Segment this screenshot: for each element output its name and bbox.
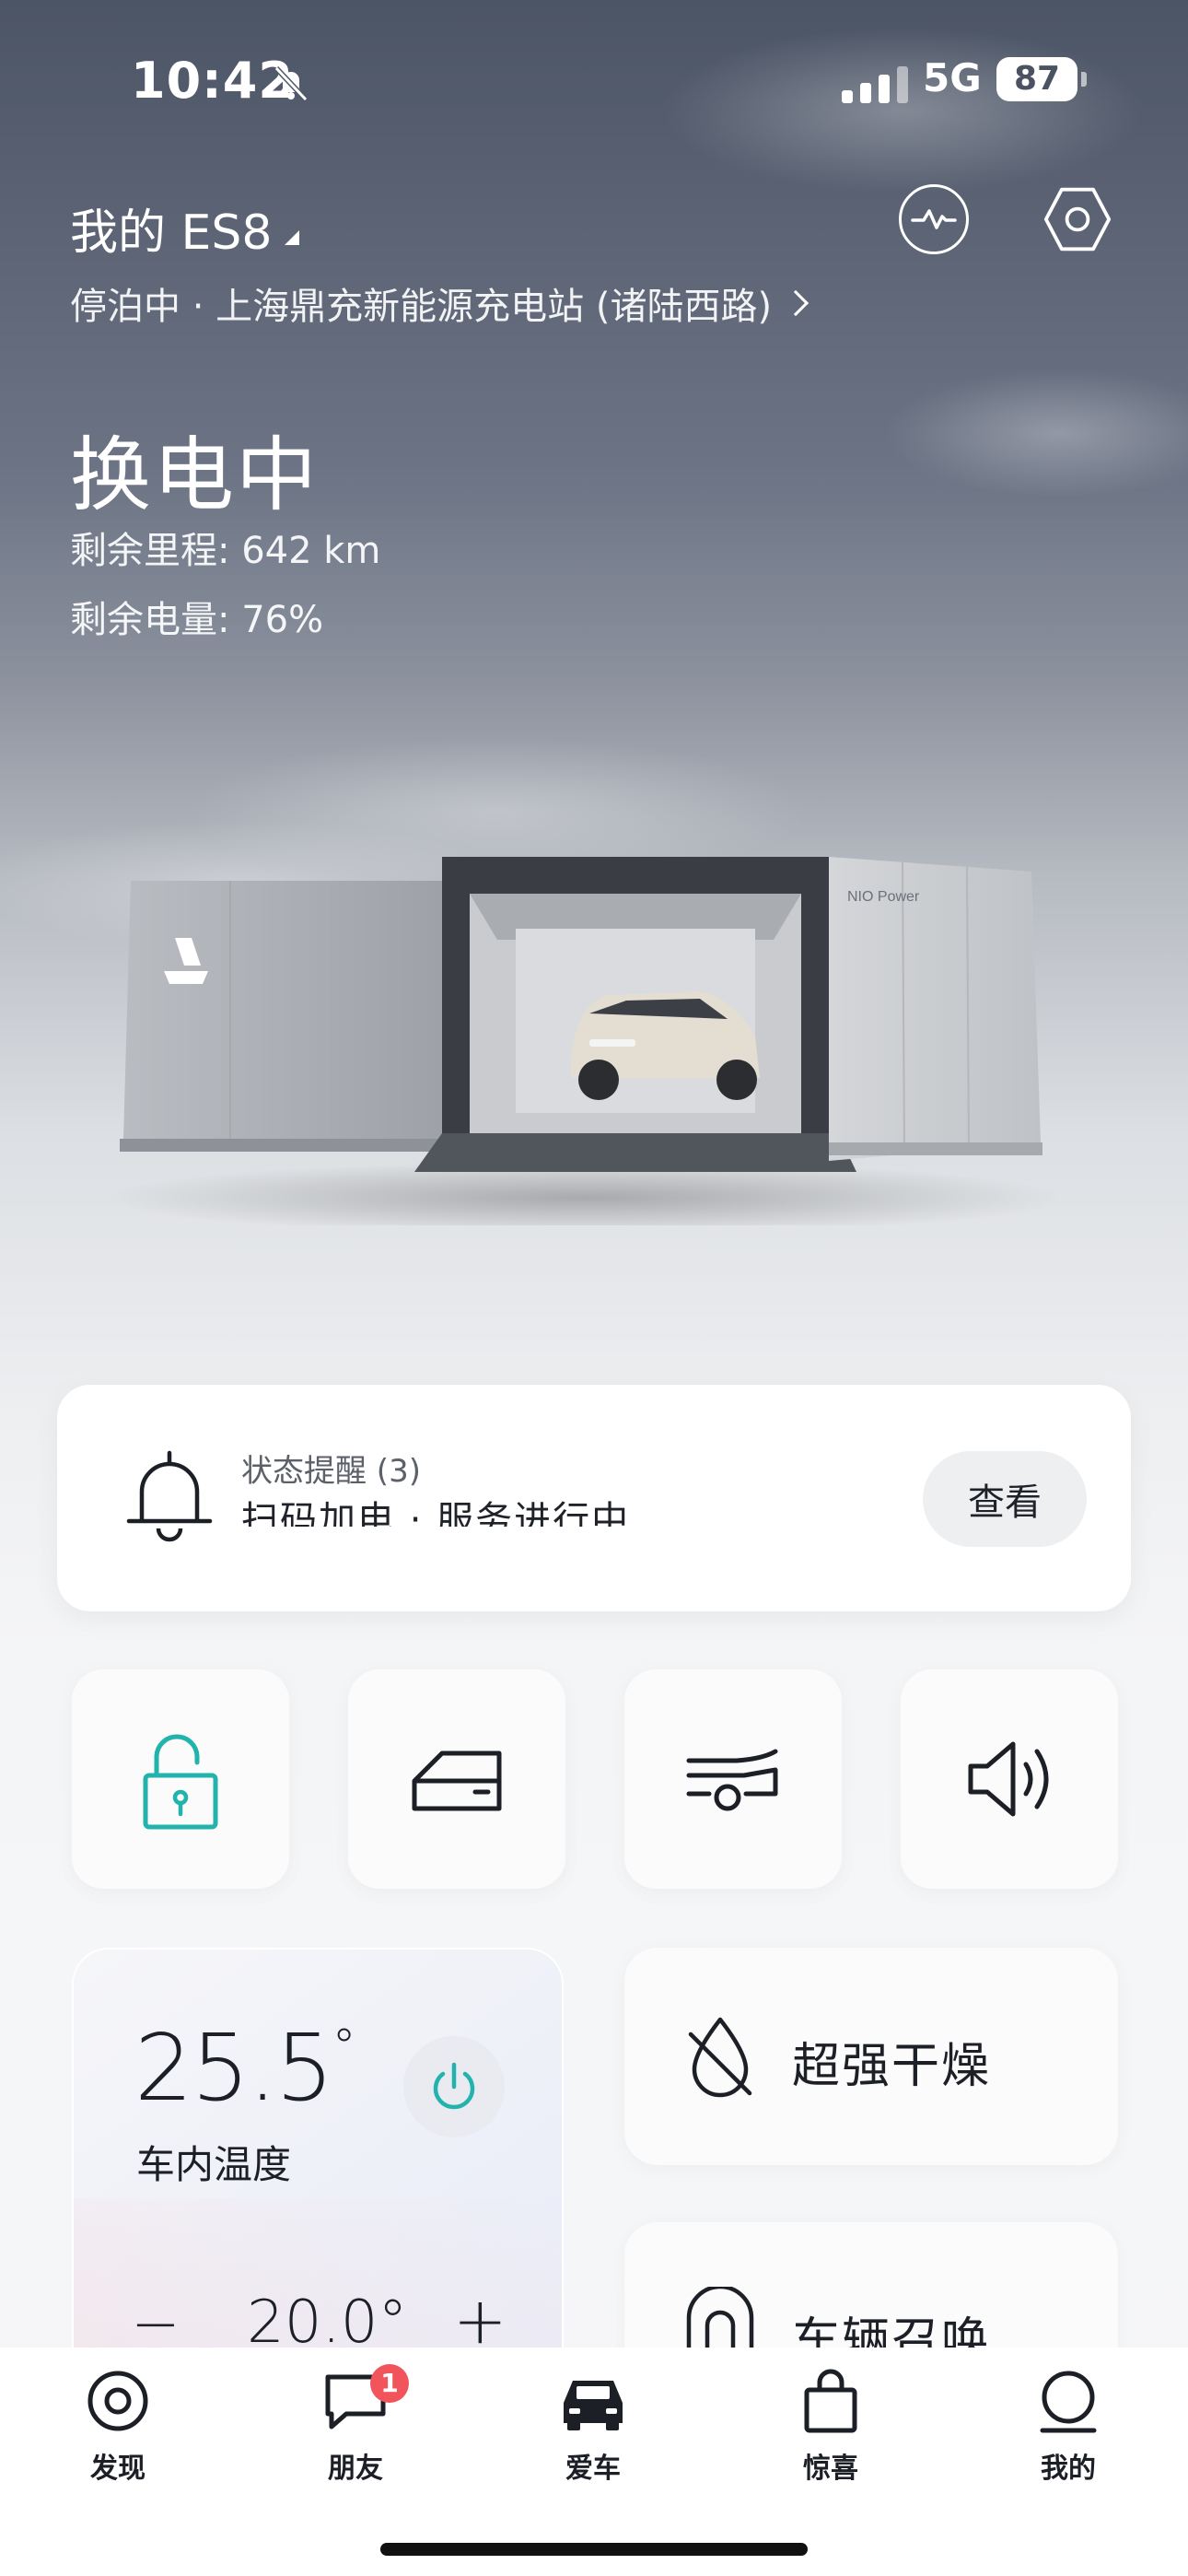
tab-my-car-label: 爱车 xyxy=(565,2453,621,2485)
view-alerts-button[interactable]: 查看 xyxy=(923,1451,1087,1547)
tab-surprise-label: 惊喜 xyxy=(803,2453,858,2485)
horn-button[interactable] xyxy=(901,1669,1118,1889)
no-water-drop-icon xyxy=(688,2017,752,2098)
tab-discover[interactable]: 发现 xyxy=(53,2366,182,2495)
remaining-battery: 剩余电量: 76% xyxy=(70,599,324,641)
trunk-button[interactable] xyxy=(624,1669,842,1889)
tab-profile-label: 我的 xyxy=(1041,2453,1096,2485)
car-selector[interactable]: 我的 ES8 xyxy=(70,193,300,263)
set-temperature: 20.0° xyxy=(247,2289,408,2357)
climate-power-button[interactable] xyxy=(403,2036,505,2137)
car-door-icon xyxy=(412,1751,502,1811)
discover-icon xyxy=(87,2371,148,2431)
power-swap-station-illustration: NIO Power xyxy=(111,857,1059,1225)
car-icon xyxy=(564,2381,623,2430)
shopping-bag-icon xyxy=(804,2369,857,2433)
car-name-label: 我的 ES8 xyxy=(70,205,273,261)
chevron-right-icon xyxy=(782,289,809,317)
power-icon xyxy=(433,2062,475,2110)
remaining-range: 剩余里程: 642 km xyxy=(70,530,381,572)
status-bar: 10:42 5G 87 xyxy=(0,50,1188,114)
location-text: 停泊中 · 上海鼎充新能源充电站 (诸陆西路) xyxy=(70,286,773,328)
tab-profile[interactable]: 我的 xyxy=(1004,2366,1133,2495)
window-button[interactable] xyxy=(348,1669,565,1889)
cellular-signal-icon xyxy=(842,66,908,103)
alert-message: 扫码加电 · 服务进行中 xyxy=(241,1499,631,1527)
tab-friends-label: 朋友 xyxy=(328,2453,383,2485)
network-type: 5G xyxy=(923,55,982,100)
hexagon-settings-icon xyxy=(1043,187,1112,252)
tab-my-car[interactable]: 爱车 xyxy=(529,2366,658,2495)
friends-badge: 1 xyxy=(370,2364,409,2403)
settings-button[interactable] xyxy=(1042,184,1112,254)
dropdown-triangle-icon xyxy=(285,229,300,245)
super-dry-label: 超强干燥 xyxy=(792,2039,992,2094)
status-alert-card[interactable]: 状态提醒 (3) 扫码加电 · 服务进行中 查看 xyxy=(57,1385,1131,1611)
unlock-button[interactable] xyxy=(72,1669,289,1889)
tab-friends[interactable]: 1 朋友 xyxy=(291,2364,420,2495)
cabin-temperature-value: 25.5 xyxy=(134,2014,334,2122)
tab-discover-label: 发现 xyxy=(90,2453,146,2485)
home-indicator[interactable] xyxy=(380,2543,808,2556)
silent-bell-icon xyxy=(274,65,309,102)
super-dry-button[interactable]: 超强干燥 xyxy=(624,1948,1118,2165)
alert-title: 状态提醒 (3) xyxy=(241,1453,421,1490)
location-link[interactable]: 停泊中 · 上海鼎充新能源充电站 (诸陆西路) xyxy=(70,276,809,330)
svg-text:NIO Power: NIO Power xyxy=(847,889,920,905)
cabin-temperature-label: 车内温度 xyxy=(136,2142,292,2187)
profile-icon xyxy=(1040,2371,1097,2433)
degree-symbol: ° xyxy=(332,2020,356,2075)
battery-level: 87 xyxy=(996,57,1077,101)
pulse-icon xyxy=(911,209,957,229)
unlock-icon xyxy=(143,1734,218,1830)
bottom-tab-bar: 发现 1 朋友 爱车 惊喜 我的 xyxy=(0,2348,1188,2576)
battery-cap xyxy=(1081,72,1087,87)
diagnostics-button[interactable] xyxy=(899,184,969,254)
vehicle-status-title: 换电中 xyxy=(70,427,320,522)
bell-icon xyxy=(126,1450,213,1542)
trunk-icon xyxy=(686,1749,778,1811)
cabin-temperature: 25.5° xyxy=(134,2014,356,2122)
tab-surprise[interactable]: 惊喜 xyxy=(766,2366,895,2495)
speaker-icon xyxy=(968,1741,1049,1817)
